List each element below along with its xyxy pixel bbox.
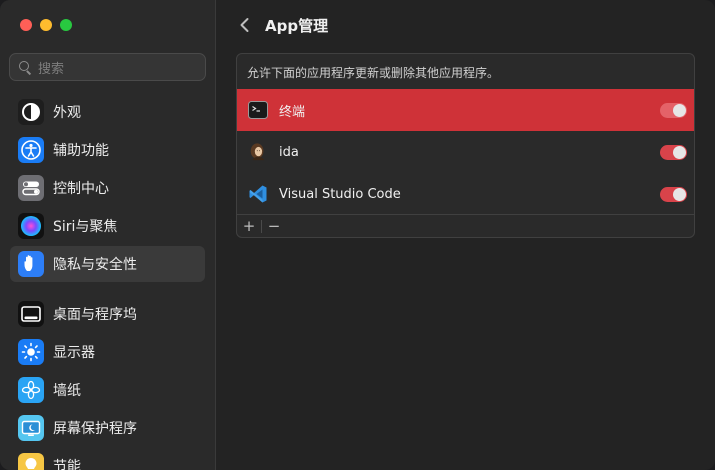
toggle-knob — [673, 104, 686, 117]
settings-window: 搜索 外观 辅助功能 控制中心 Siri与聚焦 隐私与安全性 桌面与程序坞 显示… — [0, 0, 715, 470]
energy-icon — [18, 453, 44, 470]
sidebar-item-label: 屏幕保护程序 — [53, 421, 137, 437]
search-field[interactable]: 搜索 — [9, 53, 206, 81]
sidebar-item-label: 桌面与程序坞 — [53, 307, 137, 323]
toggle-knob — [673, 188, 686, 201]
wallpaper-icon — [18, 377, 44, 403]
zoom-button[interactable] — [60, 19, 72, 31]
add-app-button[interactable]: + — [237, 215, 261, 237]
screensaver-icon — [18, 415, 44, 441]
sidebar-item-screensaver[interactable]: 屏幕保护程序 — [10, 410, 205, 446]
sidebar-item-label: 控制中心 — [53, 181, 109, 197]
control-center-icon — [18, 175, 44, 201]
sidebar-item-energy[interactable]: 节能 — [10, 448, 205, 470]
accessibility-icon — [18, 137, 44, 163]
appearance-icon — [18, 99, 44, 125]
sidebar-item-wallpaper[interactable]: 墙纸 — [10, 372, 205, 408]
sidebar-item-privacy-security[interactable]: 隐私与安全性 — [10, 246, 205, 282]
sidebar-item-accessibility[interactable]: 辅助功能 — [10, 132, 205, 168]
app-row-vscode[interactable]: Visual Studio Code — [237, 173, 694, 215]
terminal-icon — [248, 100, 268, 120]
app-name: 终端 — [279, 104, 306, 120]
sidebar-item-label: 隐私与安全性 — [53, 257, 137, 273]
hand-icon — [18, 251, 44, 277]
sidebar-item-appearance[interactable]: 外观 — [10, 94, 205, 130]
sidebar-item-label: 显示器 — [53, 345, 95, 361]
panel-description: 允许下面的应用程序更新或删除其他应用程序。 — [247, 66, 500, 80]
back-chevron-icon[interactable] — [236, 16, 254, 34]
panel-footer: + − — [237, 214, 694, 237]
sidebar-item-label: 外观 — [53, 105, 81, 121]
sidebar-item-label: 墙纸 — [53, 383, 81, 399]
search-icon — [18, 60, 32, 74]
sidebar-item-label: Siri与聚焦 — [53, 219, 118, 235]
sidebar-item-label: 辅助功能 — [53, 143, 109, 159]
minimize-button[interactable] — [40, 19, 52, 31]
app-row-terminal[interactable]: 终端 — [237, 89, 694, 131]
search-placeholder: 搜索 — [38, 61, 65, 77]
toggle-knob — [673, 146, 686, 159]
sidebar-item-control-center[interactable]: 控制中心 — [10, 170, 205, 206]
app-toggle[interactable] — [660, 145, 687, 160]
app-toggle[interactable] — [660, 103, 687, 118]
ida-icon — [248, 142, 268, 162]
app-toggle[interactable] — [660, 187, 687, 202]
app-row-ida[interactable]: ida — [237, 131, 694, 173]
display-icon — [18, 339, 44, 365]
app-name: ida — [279, 144, 299, 160]
window-controls — [20, 19, 72, 31]
content-header: App管理 — [216, 0, 715, 50]
page-title: App管理 — [265, 17, 329, 35]
remove-app-button[interactable]: − — [262, 215, 286, 237]
siri-icon — [18, 213, 44, 239]
close-button[interactable] — [20, 19, 32, 31]
sidebar-item-siri[interactable]: Siri与聚焦 — [10, 208, 205, 244]
sidebar-item-desktop-dock[interactable]: 桌面与程序坞 — [10, 296, 205, 332]
app-management-panel: 允许下面的应用程序更新或删除其他应用程序。 终端 ida Visual Stud… — [236, 53, 695, 238]
dock-icon — [18, 301, 44, 327]
sidebar-item-displays[interactable]: 显示器 — [10, 334, 205, 370]
app-name: Visual Studio Code — [279, 186, 401, 202]
vscode-icon — [248, 184, 268, 204]
sidebar-item-label: 节能 — [53, 459, 81, 470]
sidebar: 搜索 外观 辅助功能 控制中心 Siri与聚焦 隐私与安全性 桌面与程序坞 显示… — [0, 0, 216, 470]
